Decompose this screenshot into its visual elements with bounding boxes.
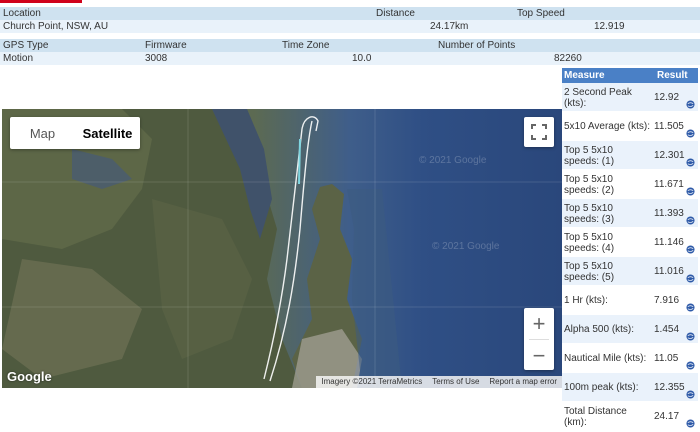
map-type-satellite-button[interactable]: Satellite	[75, 117, 140, 149]
info-value-row-2: Motion 3008 10.0 82260	[0, 52, 700, 65]
result-measure: Top 5 5x10 speeds: (4)	[564, 231, 615, 254]
result-value: 11.505	[654, 121, 684, 132]
result-measure: 5x10 Average (kts):	[564, 121, 650, 132]
info-header-row-2: GPS Type Firmware Time Zone Number of Po…	[0, 39, 700, 52]
globe-icon[interactable]	[686, 303, 695, 312]
time-zone-header: Time Zone	[282, 40, 330, 51]
top-speed-value: 12.919	[594, 21, 625, 32]
num-points-header: Number of Points	[438, 40, 516, 51]
gps-type-value: Motion	[3, 53, 34, 64]
globe-icon[interactable]	[686, 216, 695, 225]
info-value-row-1: Church Point, NSW, AU 24.17km 12.919	[0, 20, 700, 33]
result-value: 11.671	[654, 179, 684, 190]
result-value: 12.355	[654, 382, 685, 393]
globe-icon[interactable]	[686, 245, 695, 254]
results-body: 2 Second Peak (kts): 12.92 5x10 Average (k…	[562, 83, 698, 431]
distance-header: Distance	[376, 8, 415, 19]
result-measure: Total Distance (km):	[564, 405, 627, 428]
map-watermark-2: © 2021 Google	[432, 241, 500, 252]
result-row: Top 5 5x10 speeds: (3) 11.393	[562, 199, 698, 228]
result-row: Top 5 5x10 speeds: (4) 11.146	[562, 228, 698, 257]
globe-icon[interactable]	[686, 158, 695, 167]
zoom-in-button[interactable]: +	[524, 308, 554, 339]
result-value: 11.146	[654, 237, 684, 248]
result-row: Total Distance (km): 24.17	[562, 402, 698, 431]
num-points-value: 82260	[554, 53, 582, 64]
result-measure: Top 5 5x10 speeds: (1)	[564, 144, 615, 167]
results-table: Measure Result 2 Second Peak (kts): 12.92…	[562, 68, 698, 432]
report-map-error-link[interactable]: Report a map error	[484, 376, 562, 388]
time-zone-value: 10.0	[352, 53, 372, 64]
result-row: Alpha 500 (kts): 1.454	[562, 315, 698, 344]
result-measure: 2 Second Peak (kts):	[564, 86, 632, 109]
result-row: 2 Second Peak (kts): 12.92	[562, 83, 698, 112]
distance-value: 24.17km	[430, 21, 469, 32]
globe-icon[interactable]	[686, 100, 695, 109]
google-logo: Google	[7, 369, 52, 384]
result-row: 1 Hr (kts): 7.916	[562, 286, 698, 315]
top-speed-header: Top Speed	[517, 8, 565, 19]
map-attribution: Imagery ©2021 TerraMetrics Terms of Use …	[316, 376, 562, 388]
result-value: 7.916	[654, 295, 680, 306]
result-row: Top 5 5x10 speeds: (2) 11.671	[562, 170, 698, 199]
globe-icon[interactable]	[686, 129, 695, 138]
map-type-map-button[interactable]: Map	[10, 117, 75, 149]
imagery-credit: Imagery ©2021 TerraMetrics	[321, 377, 423, 386]
map-watermark-1: © 2021 Google	[419, 155, 487, 166]
zoom-control: + −	[524, 308, 554, 370]
result-value: 12.301	[654, 150, 685, 161]
location-value: Church Point, NSW, AU	[3, 21, 109, 32]
result-row: 100m peak (kts): 12.355	[562, 373, 698, 402]
measure-column-header: Measure	[564, 70, 605, 81]
gps-type-header: GPS Type	[3, 40, 49, 51]
firmware-value: 3008	[145, 53, 168, 64]
result-measure: Top 5 5x10 speeds: (2)	[564, 173, 615, 196]
result-measure: 1 Hr (kts):	[564, 295, 608, 306]
map-view[interactable]: © 2021 Google © 2021 Google Map Satellit…	[2, 109, 562, 388]
fullscreen-icon	[531, 124, 547, 140]
results-header: Measure Result	[562, 68, 698, 83]
brand-strip	[0, 0, 82, 3]
firmware-header: Firmware	[145, 40, 187, 51]
result-row: Top 5 5x10 speeds: (1) 12.301	[562, 141, 698, 170]
result-value: 24.17	[654, 411, 680, 422]
result-measure: Top 5 5x10 speeds: (3)	[564, 202, 615, 225]
fullscreen-button[interactable]	[524, 117, 554, 147]
result-value: 1.454	[654, 324, 680, 335]
globe-icon[interactable]	[686, 390, 695, 399]
result-value: 11.05	[654, 353, 679, 364]
result-measure: 100m peak (kts):	[564, 382, 639, 393]
info-header-row-1: Location Distance Top Speed	[0, 7, 700, 20]
globe-icon[interactable]	[686, 274, 695, 283]
location-header: Location	[3, 8, 41, 19]
result-column-header: Result	[657, 70, 688, 81]
result-row: 5x10 Average (kts): 11.505	[562, 112, 698, 141]
globe-icon[interactable]	[686, 187, 695, 196]
result-row: Nautical Mile (kts): 11.05	[562, 344, 698, 373]
result-measure: Alpha 500 (kts):	[564, 324, 635, 335]
result-value: 12.92	[654, 92, 680, 103]
terms-of-use-link[interactable]: Terms of Use	[427, 376, 484, 388]
result-value: 11.393	[654, 208, 684, 219]
result-value: 11.016	[654, 266, 684, 277]
globe-icon[interactable]	[686, 361, 695, 370]
zoom-out-button[interactable]: −	[524, 340, 554, 371]
result-measure: Top 5 5x10 speeds: (5)	[564, 260, 615, 283]
map-type-control: Map Satellite	[10, 117, 140, 149]
globe-icon[interactable]	[686, 419, 695, 428]
globe-icon[interactable]	[686, 332, 695, 341]
result-measure: Nautical Mile (kts):	[564, 353, 647, 364]
result-row: Top 5 5x10 speeds: (5) 11.016	[562, 257, 698, 286]
